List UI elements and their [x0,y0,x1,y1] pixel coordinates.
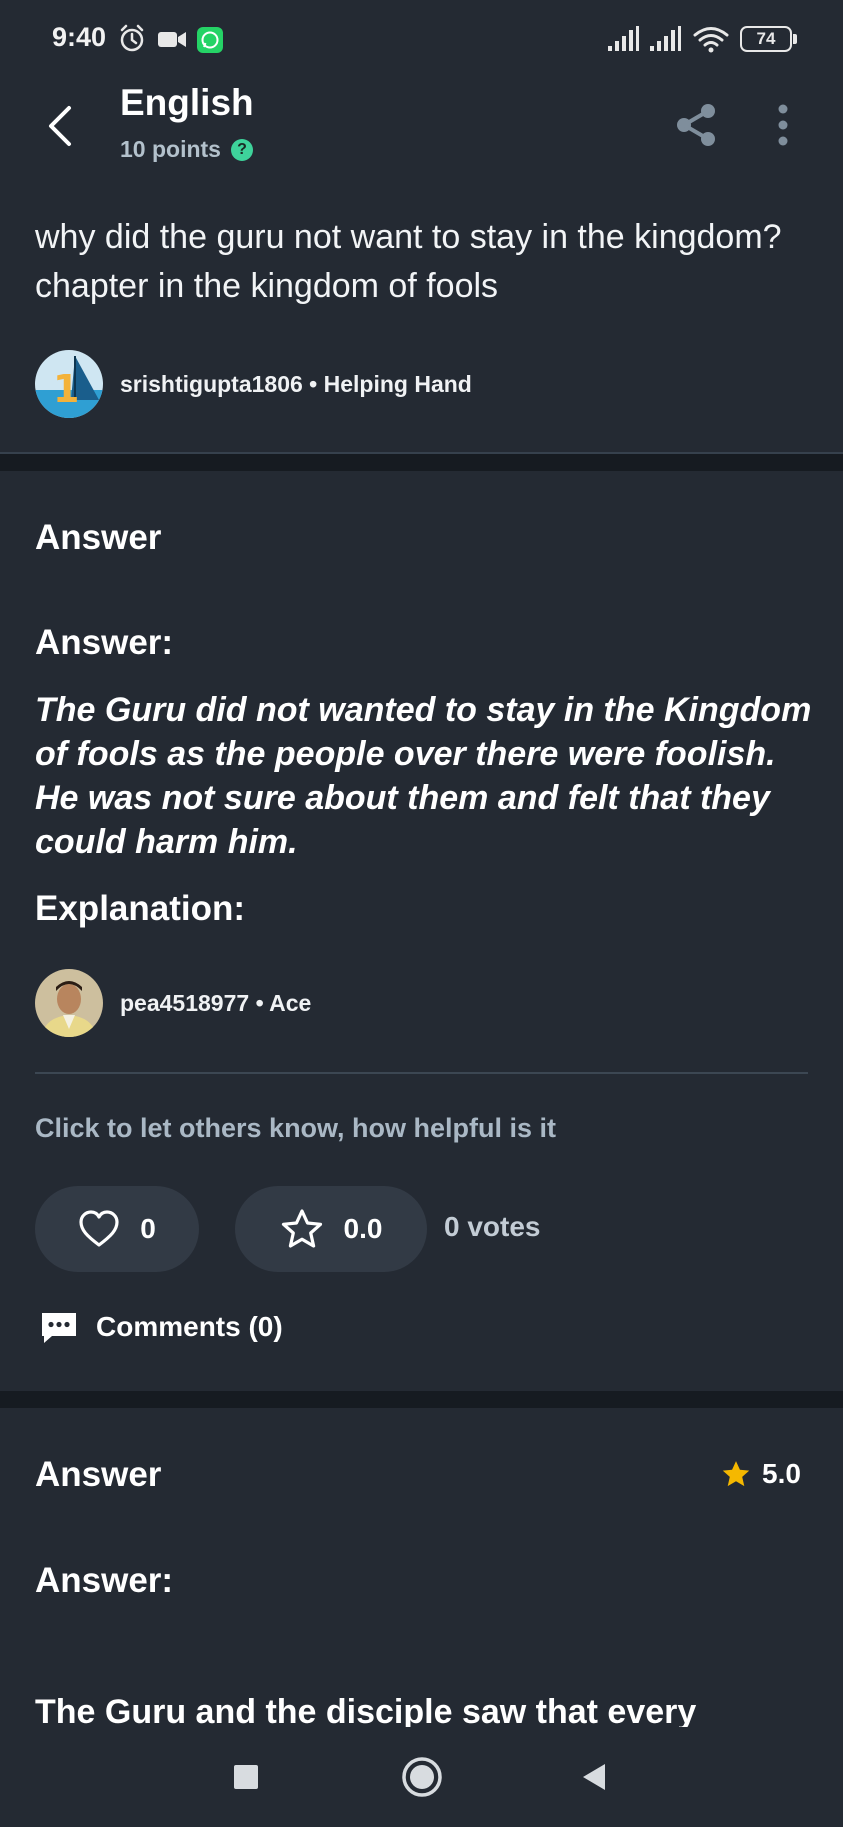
video-camera-icon [158,32,186,47]
question-text: why did the guru not want to stay in the… [35,218,782,305]
points-row: 10 points ? [120,136,253,163]
share-button[interactable] [672,100,722,150]
signal-icon-sim2 [650,26,681,51]
answer1-body: The Guru did not wanted to stay in the K… [35,691,812,861]
heart-icon [79,1210,119,1247]
signal-icon-sim1 [608,26,639,51]
answer1-explanation-label: Explanation: [35,889,246,928]
answerer-avatar[interactable] [35,969,103,1037]
app-screen: 9:40 74 English 10 points ? why did the … [0,0,843,1827]
comment-icon [42,1313,76,1343]
question-header: English 10 points ? [0,78,843,188]
triangle-back-icon [583,1764,605,1790]
recents-button[interactable] [218,1749,274,1805]
svg-text:1: 1 [53,367,79,411]
answer2-rating-badge: 5.0 [720,1458,801,1490]
wifi-icon [693,27,729,53]
answerer-row[interactable]: pea4518977 • Ace [35,969,311,1037]
home-circle-icon [402,1757,442,1797]
answer2-answer-label: Answer: [35,1561,174,1600]
rating-value: 0.0 [343,1213,383,1244]
asker-name[interactable]: srishtigupta1806 • Helping Hand [120,371,472,398]
more-options-button[interactable] [760,100,806,150]
comments-button[interactable]: Comments (0) [40,1310,283,1344]
help-icon[interactable]: ? [230,138,253,161]
answer1-divider [35,1072,808,1074]
whatsapp-icon [197,27,223,53]
home-button[interactable] [394,1749,450,1805]
star-filled-icon [722,1461,750,1487]
section-separator [0,454,843,471]
answer2-rating: 5.0 [762,1458,801,1489]
subject-title: English [120,82,254,123]
asker-row[interactable]: 1 srishtigupta1806 • Helping Hand [35,350,472,418]
share-icon [677,104,715,146]
section-separator [0,1391,843,1408]
answer2-heading: Answer [35,1455,162,1494]
votes-count: 0 votes [444,1211,541,1242]
chevron-left-icon [49,106,71,146]
system-nav-bar [0,1727,843,1827]
back-button[interactable] [36,96,84,156]
asker-avatar[interactable]: 1 [35,350,103,418]
more-vertical-icon [778,104,788,146]
answerer-name[interactable]: pea4518977 • Ace [120,990,311,1017]
battery-indicator: 74 [740,26,797,52]
square-icon [234,1765,258,1789]
status-bar: 9:40 74 [0,0,843,78]
rate-button[interactable]: 0.0 [235,1186,427,1272]
asker-avatar-image: 1 [35,350,103,418]
helpful-prompt: Click to let others know, how helpful is… [35,1113,557,1143]
answer1-heading: Answer [35,518,162,557]
comments-label: Comments (0) [96,1311,283,1342]
back-nav-button[interactable] [566,1749,622,1805]
answer1-answer-label: Answer: [35,623,174,662]
like-count: 0 [140,1213,156,1244]
answerer-avatar-image [35,969,103,1037]
points-label: 10 points [120,136,221,162]
like-button[interactable]: 0 [35,1186,199,1272]
alarm-icon [120,24,144,52]
star-outline-icon [281,1209,322,1248]
status-time: 9:40 [52,22,107,52]
